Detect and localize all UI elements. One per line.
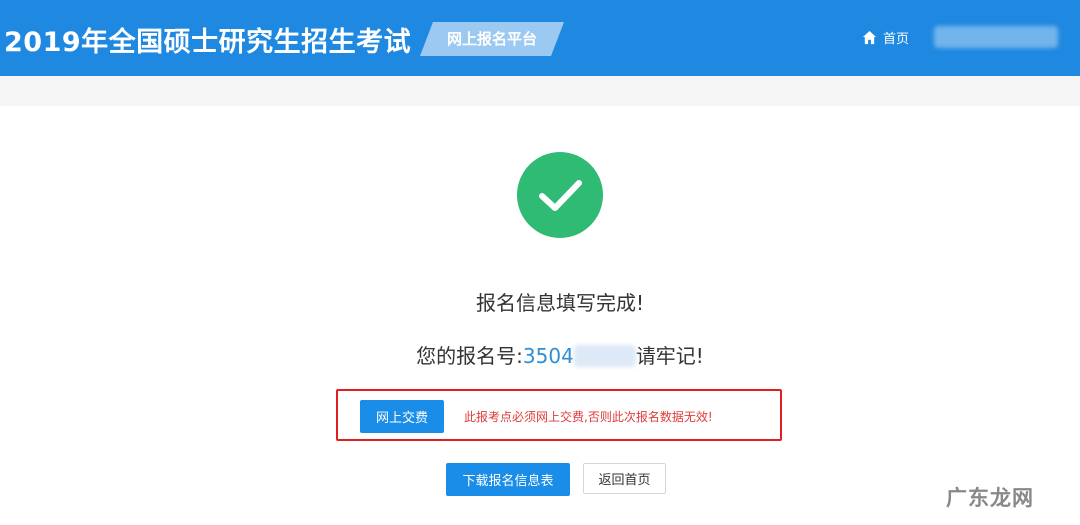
sub-navigation-bar <box>0 76 1080 106</box>
check-circle-icon <box>517 152 603 238</box>
registration-number: 3504 <box>522 344 574 368</box>
download-registration-form-button[interactable]: 下载报名信息表 <box>446 463 570 496</box>
registration-number-line: 您的报名号:3504 请牢记! <box>0 340 1080 369</box>
home-icon <box>862 30 877 45</box>
platform-label: 网上报名平台 <box>446 30 537 48</box>
nav-home-label: 首页 <box>883 31 910 47</box>
registration-number-redacted <box>573 345 636 367</box>
payment-warning-text: 此报考点必须网上交费,否则此次报名数据无效! <box>464 410 713 424</box>
user-info-redacted <box>934 26 1058 48</box>
reg-number-prefix: 您的报名号: <box>416 344 523 368</box>
online-payment-button[interactable]: 网上交费 <box>360 400 444 433</box>
site-title: 2019年全国硕士研究生招生考试 <box>4 27 412 58</box>
watermark-text: 广东龙网 <box>946 486 1034 510</box>
back-home-button[interactable]: 返回首页 <box>583 463 666 494</box>
top-header: 2019年全国硕士研究生招生考试 网上报名平台 首页 <box>0 0 1080 76</box>
nav-home-link[interactable]: 首页 <box>862 27 909 47</box>
reg-number-suffix: 请牢记! <box>635 344 704 368</box>
platform-badge: 网上报名平台 <box>420 22 564 56</box>
completion-message: 报名信息填写完成! <box>475 291 645 315</box>
